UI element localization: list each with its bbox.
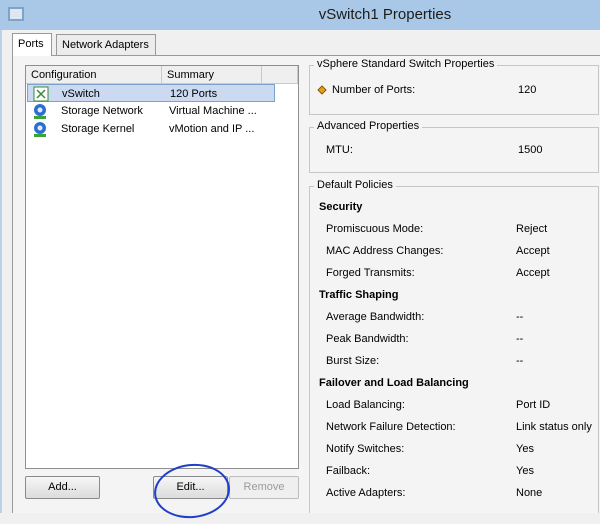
column-header-summary[interactable]: Summary: [162, 66, 262, 84]
column-header-filler: [262, 66, 298, 84]
network-failure-detection-value: Link status only: [516, 421, 592, 433]
notify-switches-label: Notify Switches:: [326, 443, 405, 455]
load-balancing-value: Port ID: [516, 399, 551, 411]
average-bandwidth-label: Average Bandwidth:: [326, 311, 425, 323]
tab-network-adapters[interactable]: Network Adapters: [56, 34, 156, 55]
failback-label: Failback:: [326, 465, 371, 477]
load-balancing-label: Load Balancing:: [326, 399, 405, 411]
vswitch-icon: [33, 86, 49, 102]
window-title: vSwitch1 Properties: [318, 6, 452, 23]
group-title: Advanced Properties: [314, 120, 423, 132]
row-name: vSwitch: [62, 88, 100, 100]
mtu-value: 1500: [518, 144, 543, 156]
promiscuous-mode-value: Reject: [516, 223, 548, 235]
window-bottom-edge: [0, 513, 600, 524]
ports-value: 120: [518, 84, 537, 96]
remove-button[interactable]: Remove: [229, 476, 299, 499]
group-title: vSphere Standard Switch Properties: [314, 58, 498, 70]
row-summary: Virtual Machine ...: [169, 105, 257, 117]
column-header-configuration[interactable]: Configuration: [26, 66, 162, 84]
failover-heading: Failover and Load Balancing: [319, 377, 469, 389]
add-button[interactable]: Add...: [25, 476, 100, 499]
tab-ports[interactable]: Ports: [12, 33, 52, 56]
row-summary: vMotion and IP ...: [169, 123, 255, 135]
dialog-client: Ports Network Adapters Configuration Sum…: [2, 30, 600, 524]
notify-switches-value: Yes: [516, 443, 534, 455]
default-policies-group: Default Policies Security Promiscuous Mo…: [309, 179, 599, 516]
ports-tab-panel: Configuration Summary vSwitch 120 Ports: [12, 55, 600, 524]
group-title: Default Policies: [314, 179, 396, 191]
peak-bandwidth-value: --: [516, 333, 524, 345]
security-heading: Security: [319, 201, 363, 213]
traffic-shaping-heading: Traffic Shaping: [319, 289, 399, 301]
failback-value: Yes: [516, 465, 534, 477]
standard-switch-properties-group: vSphere Standard Switch Properties Numbe…: [309, 58, 599, 115]
row-name: Storage Network: [61, 105, 143, 117]
network-icon: [34, 122, 46, 137]
mac-address-changes-value: Accept: [516, 245, 550, 257]
row-summary: 120 Ports: [170, 88, 218, 100]
edit-button[interactable]: Edit...: [153, 476, 228, 499]
list-item-storage-kernel[interactable]: Storage Kernel vMotion and IP ...: [27, 120, 275, 138]
advanced-properties-group: Advanced Properties MTU: 1500: [309, 120, 599, 173]
mtu-label: MTU:: [326, 144, 353, 156]
active-adapters-value: None: [516, 487, 543, 499]
forged-transmits-label: Forged Transmits:: [326, 267, 415, 279]
list-item-storage-network[interactable]: Storage Network Virtual Machine ...: [27, 102, 275, 120]
forged-transmits-value: Accept: [516, 267, 550, 279]
promiscuous-mode-label: Promiscuous Mode:: [326, 223, 424, 235]
network-icon: [34, 104, 46, 119]
mac-address-changes-label: MAC Address Changes:: [326, 245, 444, 257]
title-bar[interactable]: vSwitch1 Properties: [0, 0, 600, 30]
ports-icon: [317, 85, 327, 95]
list-header: Configuration Summary: [26, 66, 298, 84]
burst-size-value: --: [516, 355, 524, 367]
active-adapters-label: Active Adapters:: [326, 487, 406, 499]
list-item-vswitch[interactable]: vSwitch 120 Ports: [27, 84, 275, 102]
burst-size-label: Burst Size:: [326, 355, 380, 367]
ports-label: Number of Ports:: [332, 84, 416, 96]
row-name: Storage Kernel: [61, 123, 135, 135]
average-bandwidth-value: --: [516, 311, 524, 323]
network-failure-detection-label: Network Failure Detection:: [326, 421, 456, 433]
peak-bandwidth-label: Peak Bandwidth:: [326, 333, 409, 345]
configuration-list[interactable]: Configuration Summary vSwitch 120 Ports: [25, 65, 299, 469]
